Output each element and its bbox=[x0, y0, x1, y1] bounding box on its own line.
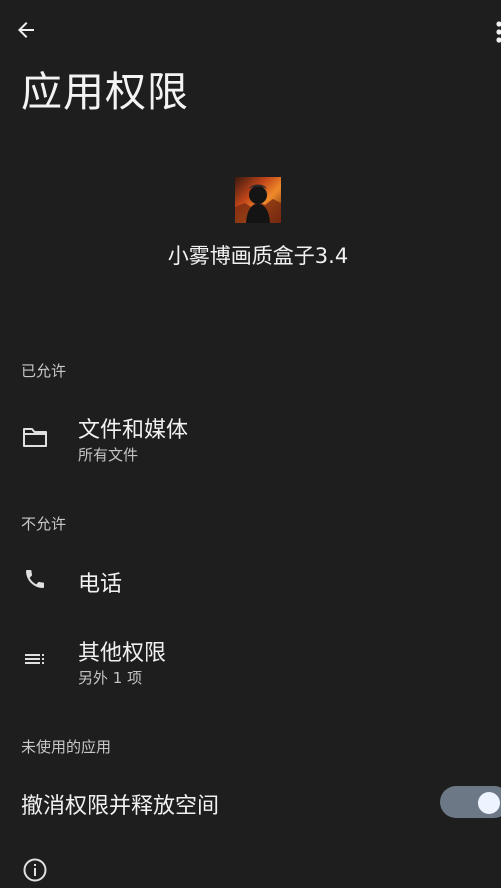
arrow-back-icon bbox=[18, 22, 34, 38]
toggle-thumb bbox=[478, 792, 500, 814]
phone-icon bbox=[21, 565, 49, 593]
permission-item-other[interactable]: 其他权限 另外 1 项 bbox=[0, 628, 501, 692]
more-options-button[interactable] bbox=[490, 16, 501, 46]
revoke-permissions-toggle-row[interactable]: 撤消权限并释放空间 bbox=[0, 776, 501, 830]
permission-title: 电话 bbox=[78, 572, 123, 597]
toggle-label: 撤消权限并释放空间 bbox=[21, 794, 220, 819]
info-icon bbox=[22, 857, 48, 883]
app-name: 小雾博画质盒子3.4 bbox=[167, 244, 349, 268]
list-icon bbox=[21, 645, 49, 673]
section-header-denied: 不允许 bbox=[21, 515, 67, 533]
permission-title: 其他权限 bbox=[78, 641, 167, 666]
permission-item-files-media[interactable]: 文件和媒体 所有文件 bbox=[0, 404, 501, 470]
page-title: 应用权限 bbox=[21, 68, 189, 116]
app-permissions-screen: 应用权限 小雾博画质盒子3.4 已允许 文件和媒体 所有文件 不允许 电话 其他… bbox=[0, 0, 501, 888]
app-avatar-icon bbox=[235, 177, 281, 223]
permission-title: 文件和媒体 bbox=[78, 418, 189, 443]
more-vert-icon bbox=[496, 21, 501, 43]
back-button[interactable] bbox=[10, 14, 42, 46]
folder-icon bbox=[21, 423, 49, 451]
permission-subtitle: 所有文件 bbox=[78, 446, 139, 464]
section-header-allowed: 已允许 bbox=[21, 362, 67, 380]
permission-item-phone[interactable]: 电话 bbox=[0, 556, 501, 606]
section-header-unused: 未使用的应用 bbox=[21, 738, 112, 756]
permission-subtitle: 另外 1 项 bbox=[78, 669, 143, 687]
